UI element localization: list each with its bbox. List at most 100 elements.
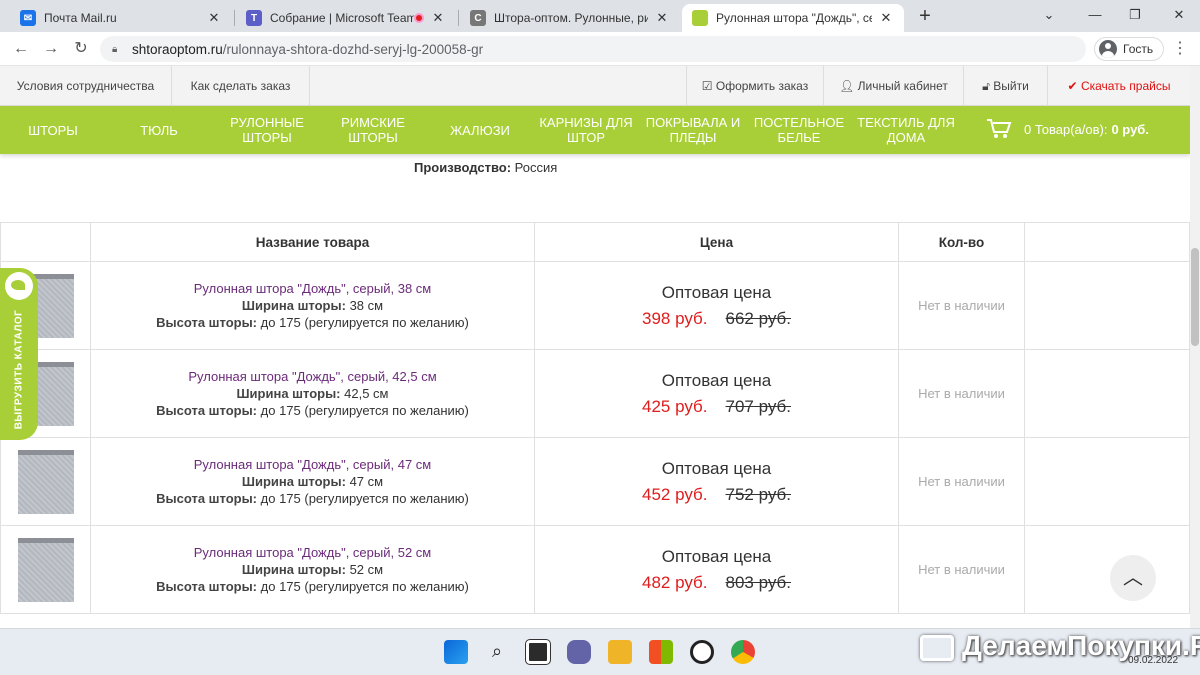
menu-item-rulonnye[interactable]: РУЛОННЫЕ ШТОРЫ xyxy=(222,106,312,154)
stock-status: Нет в наличии xyxy=(898,525,1025,614)
chrome-icon[interactable] xyxy=(731,640,755,664)
scrollbar-track[interactable] xyxy=(1190,66,1200,628)
watermark-logo-icon xyxy=(920,634,954,661)
height-label: Высота шторы: xyxy=(156,403,258,418)
name-cell: Рулонная штора "Дождь", серый, 42,5 см Ш… xyxy=(90,349,535,438)
tab-active-product[interactable]: Рулонная штора "Дождь", серы ✕ xyxy=(682,4,904,32)
price-cell: Оптовая цена 482 руб. 803 руб. xyxy=(534,525,899,614)
close-icon[interactable]: ✕ xyxy=(430,10,446,26)
extra-cell xyxy=(1024,349,1190,438)
cart-icon xyxy=(987,119,1012,138)
menu-item-tyul[interactable]: ТЮЛЬ xyxy=(106,106,212,154)
link-how-to-order[interactable]: Как сделать заказ xyxy=(172,66,310,106)
width-value: 38 см xyxy=(349,298,384,313)
price-title: Оптовая цена xyxy=(661,370,772,390)
tab-teams[interactable]: T Собрание | Microsoft Teams ✕ xyxy=(236,4,456,32)
link-checkout[interactable]: ☑ Оформить заказ xyxy=(686,66,824,106)
cart-summary[interactable]: 0 Товар(а/ов): 0 руб. xyxy=(986,118,1149,140)
download-catalog-tab[interactable]: ВЫГРУЗИТЬ КАТАЛОГ xyxy=(0,268,38,440)
old-price: 662 руб. xyxy=(725,308,792,328)
product-link[interactable]: Рулонная штора "Дождь", серый, 52 см xyxy=(91,544,534,561)
lock-icon[interactable]: 🔒︎ xyxy=(112,44,122,55)
header-price: Цена xyxy=(534,222,899,262)
old-price: 752 руб. xyxy=(725,484,792,504)
header-extra xyxy=(1024,222,1190,262)
teams-icon: T xyxy=(246,10,262,26)
url-path: /rulonnaya-shtora-dozhd-seryj-lg-200058-… xyxy=(222,41,484,57)
link-cooperation[interactable]: Условия сотрудничества xyxy=(0,66,172,106)
name-cell: Рулонная штора "Дождь", серый, 38 см Шир… xyxy=(90,261,535,350)
product-link[interactable]: Рулонная штора "Дождь", серый, 47 см xyxy=(91,456,534,473)
price-cell: Оптовая цена 452 руб. 752 руб. xyxy=(534,437,899,526)
height-value: до 175 (регулируется по желанию) xyxy=(260,315,469,330)
menu-item-pokryvala[interactable]: ПОКРЫВАЛА И ПЛЕДЫ xyxy=(644,106,742,154)
production-label: Производство: xyxy=(414,160,512,175)
profile-button[interactable]: Гость xyxy=(1094,37,1165,61)
link-account[interactable]: 👤︎ Личный кабинет xyxy=(824,66,964,106)
store-icon[interactable] xyxy=(649,640,673,664)
profile-label: Гость xyxy=(1123,42,1154,56)
tab-title: Рулонная штора "Дождь", серы xyxy=(716,11,872,25)
height-label: Высота шторы: xyxy=(156,491,258,506)
tab-title: Собрание | Microsoft Teams xyxy=(270,11,414,25)
forward-button[interactable]: → xyxy=(40,38,62,60)
menu-icon[interactable]: ⋮ xyxy=(1172,38,1188,60)
price-title: Оптовая цена xyxy=(661,458,772,478)
close-icon[interactable]: ✕ xyxy=(206,10,222,26)
search-icon[interactable]: ⌕ xyxy=(485,640,509,664)
recording-icon xyxy=(414,13,424,23)
menu-item-shtory[interactable]: ШТОРЫ xyxy=(0,106,106,154)
old-price: 803 руб. xyxy=(725,572,792,592)
name-cell: Рулонная штора "Дождь", серый, 52 см Шир… xyxy=(90,525,535,614)
stock-status: Нет в наличии xyxy=(898,261,1025,350)
link-label: Скачать прайсы xyxy=(1080,79,1171,93)
window-close-button[interactable]: ✕ xyxy=(1166,4,1192,26)
name-cell: Рулонная штора "Дождь", серый, 47 см Шир… xyxy=(90,437,535,526)
height-value: до 175 (регулируется по желанию) xyxy=(260,579,469,594)
new-tab-button[interactable]: + xyxy=(914,6,936,28)
menu-item-rimskie[interactable]: РИМСКИЕ ШТОРЫ xyxy=(318,106,428,154)
tab-search-icon[interactable]: ⌄ xyxy=(1036,4,1062,26)
minimize-button[interactable]: — xyxy=(1082,4,1108,26)
product-image[interactable] xyxy=(17,449,74,514)
close-icon[interactable]: ✕ xyxy=(654,10,670,26)
task-view-icon[interactable] xyxy=(525,639,551,665)
old-price: 707 руб. xyxy=(725,396,792,416)
url-host: shtoraoptom.ru xyxy=(132,41,223,57)
start-icon[interactable] xyxy=(444,640,468,664)
menu-item-karnizy[interactable]: КАРНИЗЫ ДЛЯ ШТОР xyxy=(538,106,634,154)
menu-item-postelnoe[interactable]: ПОСТЕЛЬНОЕ БЕЛЬЕ xyxy=(752,106,846,154)
width-label: Ширина шторы: xyxy=(241,474,346,489)
link-logout[interactable]: 🔓︎ Выйти xyxy=(964,66,1048,106)
link-label: Выйти xyxy=(993,79,1029,93)
app-icon[interactable] xyxy=(690,640,714,664)
scroll-top-button[interactable]: ︿ xyxy=(1110,555,1156,601)
site-top-bar: Условия сотрудничества Как сделать заказ… xyxy=(0,66,1190,106)
width-label: Ширина шторы: xyxy=(236,386,341,401)
product-image[interactable] xyxy=(17,537,74,602)
chat-icon[interactable] xyxy=(567,640,591,664)
address-bar[interactable]: 🔒︎ shtoraoptom.ru /rulonnaya-shtora-dozh… xyxy=(100,36,1086,62)
wholesale-price: 482 руб. xyxy=(641,572,708,592)
scrollbar-thumb[interactable] xyxy=(1191,248,1199,346)
back-button[interactable]: ← xyxy=(10,38,32,60)
link-download-prices[interactable]: ✔ Скачать прайсы xyxy=(1048,66,1190,106)
tab-shtora-catalog[interactable]: C Штора-оптом. Рулонные, римск ✕ xyxy=(460,4,680,32)
wholesale-price: 425 руб. xyxy=(641,396,708,416)
product-link[interactable]: Рулонная штора "Дождь", серый, 42,5 см xyxy=(91,368,534,385)
production-info: Производство: Россия xyxy=(414,160,557,175)
link-label: Личный кабинет xyxy=(857,79,948,93)
browser-tab-strip: ✉ Почта Mail.ru ✕ T Собрание | Microsoft… xyxy=(0,0,1200,32)
extra-cell xyxy=(1024,261,1190,350)
close-icon[interactable]: ✕ xyxy=(878,10,894,26)
menu-item-zhalyuzi[interactable]: ЖАЛЮЗИ xyxy=(436,106,524,154)
menu-item-tekstil[interactable]: ТЕКСТИЛЬ ДЛЯ ДОМА xyxy=(854,106,958,154)
tab-mail[interactable]: ✉ Почта Mail.ru ✕ xyxy=(10,4,232,32)
cart-sum: 0 руб. xyxy=(1111,121,1149,137)
file-explorer-icon[interactable] xyxy=(608,640,632,664)
reload-button[interactable]: ↻ xyxy=(70,38,92,60)
restore-button[interactable]: ❐ xyxy=(1122,4,1148,26)
product-link[interactable]: Рулонная штора "Дождь", серый, 38 см xyxy=(91,280,534,297)
height-label: Высота шторы: xyxy=(156,315,258,330)
stock-status: Нет в наличии xyxy=(898,349,1025,438)
